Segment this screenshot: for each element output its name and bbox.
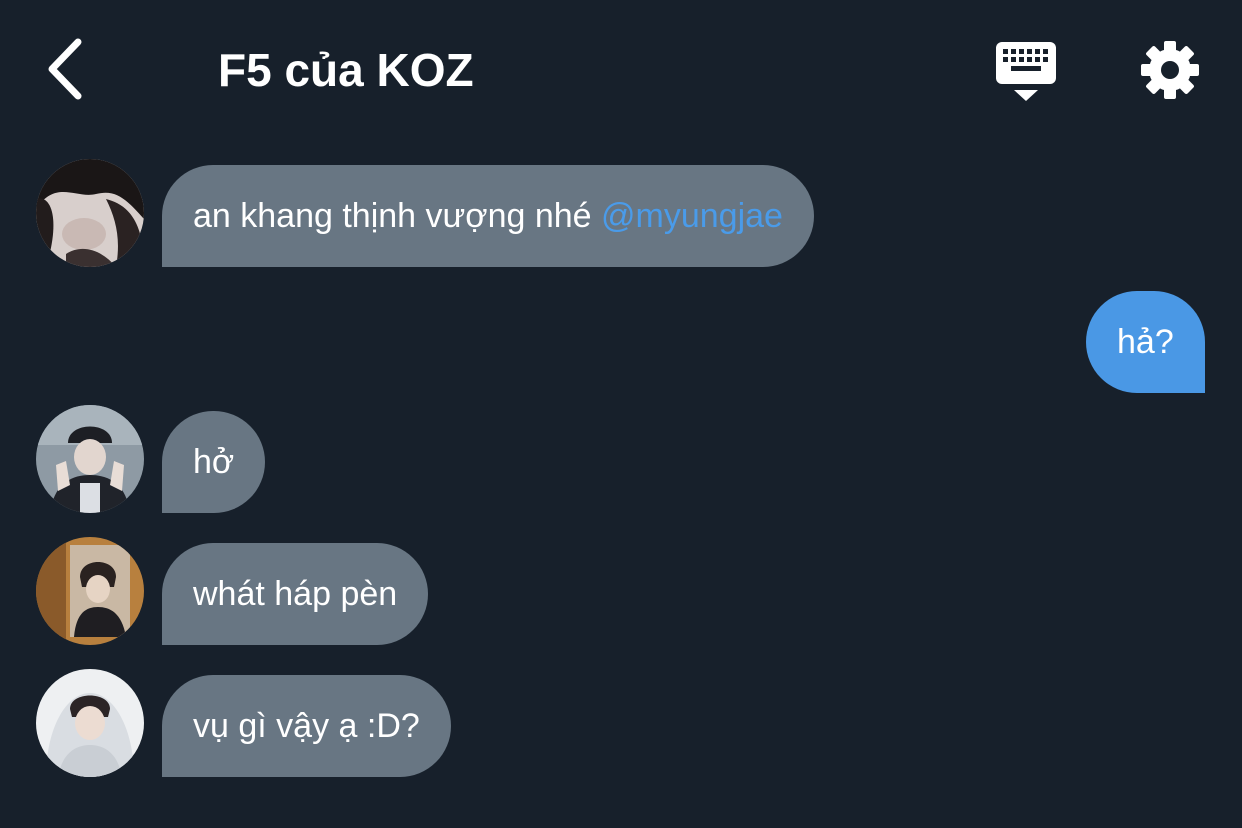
avatar-photo-mirror xyxy=(36,537,144,645)
message-text: hả? xyxy=(1117,323,1174,361)
message-bubble-incoming[interactable]: an khang thịnh vượng nhé @myungjae xyxy=(162,165,814,267)
settings-button[interactable] xyxy=(1138,38,1202,102)
message-text: vụ gì vậy ạ :D? xyxy=(193,707,420,745)
message-bubble-incoming[interactable]: hở xyxy=(162,411,266,513)
message-text: an khang thịnh vượng nhé xyxy=(193,197,602,235)
keyboard-button[interactable] xyxy=(992,40,1060,104)
keyboard-icon xyxy=(996,42,1056,101)
sender-avatar[interactable] xyxy=(36,537,144,645)
sender-avatar[interactable] xyxy=(36,159,144,267)
avatar-photo-hoodie xyxy=(36,669,144,777)
sender-avatar[interactable] xyxy=(36,669,144,777)
gear-icon xyxy=(1141,41,1199,99)
mention-link[interactable]: @myungjae xyxy=(601,197,783,235)
sender-avatar[interactable] xyxy=(36,405,144,513)
chat-header: F5 của KOZ xyxy=(0,0,1242,140)
chevron-left-icon xyxy=(48,38,82,100)
message-bubble-incoming[interactable]: whát háp pèn xyxy=(162,543,429,645)
message-bubble-outgoing[interactable]: hả? xyxy=(1086,291,1205,393)
message-text: whát háp pèn xyxy=(193,575,398,613)
back-button[interactable] xyxy=(40,36,96,102)
avatar-photo-dark-hair xyxy=(36,159,144,267)
message-bubble-incoming[interactable]: vụ gì vậy ạ :D? xyxy=(162,675,451,777)
chat-title: F5 của KOZ xyxy=(218,44,474,96)
avatar-photo-beanie xyxy=(36,405,144,513)
message-text: hở xyxy=(193,443,235,481)
